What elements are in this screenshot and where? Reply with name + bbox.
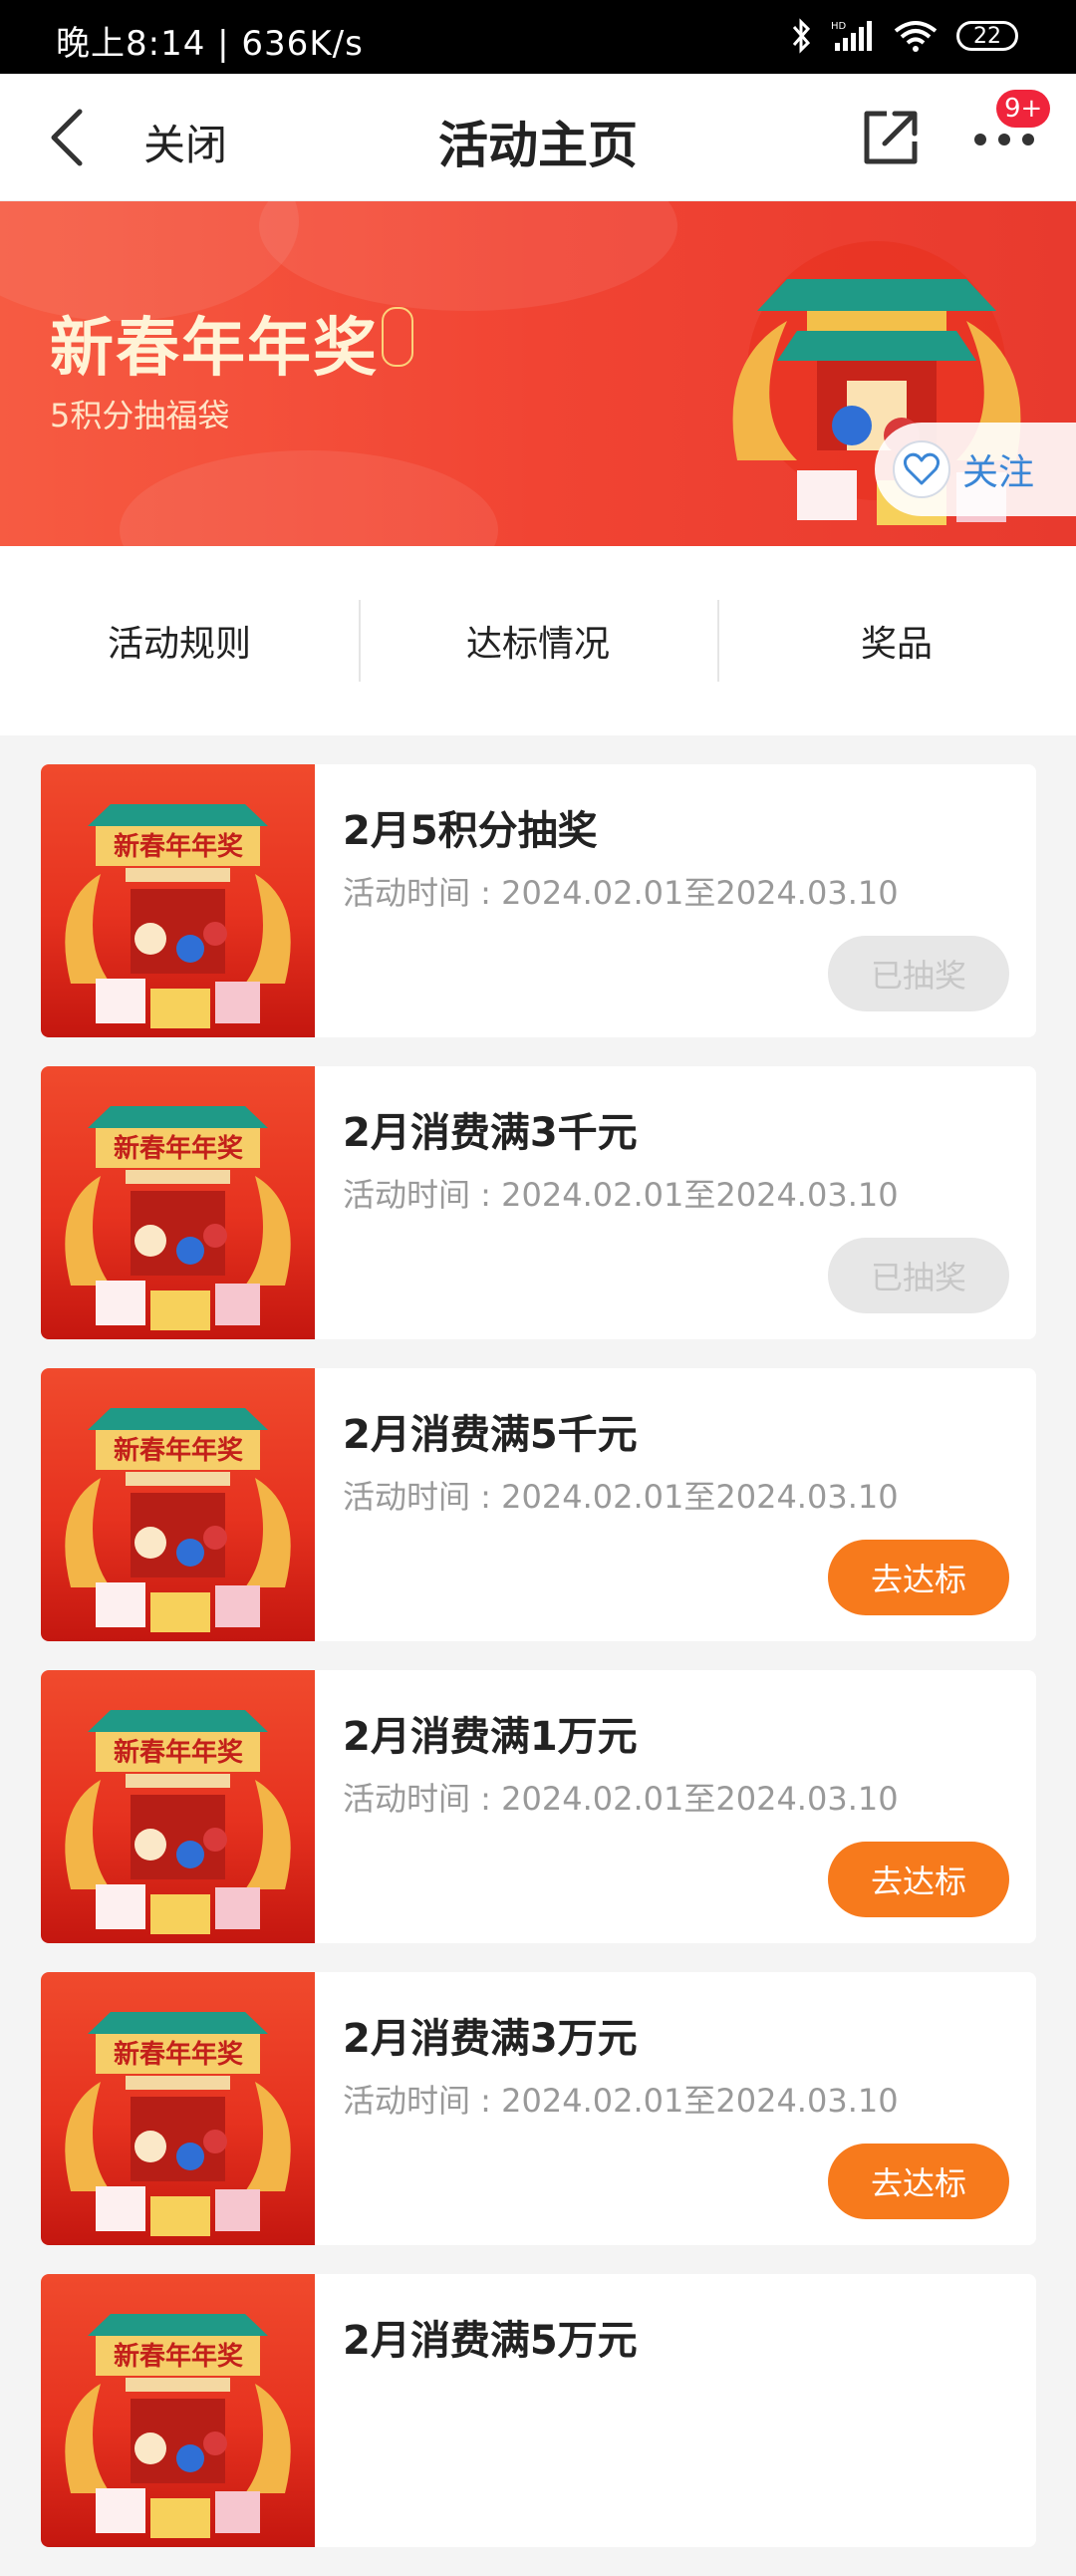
go-reach-button[interactable]: 去达标: [828, 1540, 1009, 1615]
activity-card[interactable]: 新春年年奖 2月消费满3千元 活动时间 : 2024.02.01至2024.03…: [41, 1066, 1036, 1339]
drawn-button: 已抽奖: [828, 1238, 1009, 1313]
top-nav: 关闭 活动主页 9+: [0, 74, 1076, 201]
activity-card[interactable]: 新春年年奖 2月消费满3万元 活动时间 : 2024.02.01至2024.03…: [41, 1972, 1036, 2245]
battery-indicator: 22: [956, 21, 1018, 51]
activity-thumbnail: 新春年年奖: [41, 2274, 315, 2547]
tab-prizes[interactable]: 奖品: [717, 546, 1076, 735]
thumbnail-title: 新春年年奖: [114, 2341, 244, 2372]
period-label: 活动时间 :: [343, 1478, 502, 1516]
bluetooth-icon: [791, 18, 813, 54]
thumbnail-title: 新春年年奖: [114, 1133, 244, 1164]
share-icon: [864, 111, 918, 164]
heart-icon: [893, 440, 950, 498]
period-value: 2024.02.01至2024.03.10: [501, 1176, 899, 1214]
tab-rules[interactable]: 活动规则: [0, 546, 359, 735]
close-button[interactable]: 关闭: [143, 112, 227, 172]
follow-button[interactable]: 关注: [875, 423, 1076, 516]
period-label: 活动时间 :: [343, 2082, 502, 2120]
thumbnail-title: 新春年年奖: [114, 1737, 244, 1768]
activity-thumbnail: 新春年年奖: [41, 1066, 315, 1339]
banner-title: 新春年年奖: [50, 312, 379, 386]
banner-subtitle: 5积分抽福袋: [50, 397, 230, 434]
period-label: 活动时间 :: [343, 1176, 502, 1214]
activity-title: 2月5积分抽奖: [343, 808, 598, 854]
activity-list: 新春年年奖 2月5积分抽奖 活动时间 : 2024.02.01至2024.03.…: [41, 764, 1036, 2576]
thumbnail-title: 新春年年奖: [114, 2039, 244, 2070]
activity-thumbnail: 新春年年奖: [41, 1368, 315, 1641]
activity-period: 活动时间 : 2024.02.01至2024.03.10: [343, 1170, 899, 1216]
activity-title: 2月消费满3千元: [343, 1110, 638, 1156]
notification-badge: 9+: [996, 90, 1051, 128]
thumbnail-title: 新春年年奖: [114, 831, 244, 862]
activity-thumbnail: 新春年年奖: [41, 764, 315, 1037]
activity-card[interactable]: 新春年年奖 2月消费满5万元: [41, 2274, 1036, 2547]
activity-period: 活动时间 : 2024.02.01至2024.03.10: [343, 1472, 899, 1518]
thumbnail-title: 新春年年奖: [114, 1435, 244, 1466]
signal-icon: HD: [831, 19, 875, 53]
wifi-icon: [893, 19, 939, 53]
period-value: 2024.02.01至2024.03.10: [501, 1780, 899, 1818]
activity-title: 2月消费满5千元: [343, 1412, 638, 1458]
activity-period: 活动时间 : 2024.02.01至2024.03.10: [343, 2076, 899, 2122]
drawn-button: 已抽奖: [828, 936, 1009, 1011]
back-button[interactable]: [40, 104, 100, 171]
seal-decoration: [382, 307, 413, 367]
tab-progress[interactable]: 达标情况: [359, 546, 717, 735]
period-value: 2024.02.01至2024.03.10: [501, 1478, 899, 1516]
share-button[interactable]: [857, 104, 925, 171]
svg-text:HD: HD: [831, 21, 847, 32]
activity-title: 2月消费满1万元: [343, 1714, 638, 1760]
activity-card[interactable]: 新春年年奖 2月消费满5千元 活动时间 : 2024.02.01至2024.03…: [41, 1368, 1036, 1641]
activity-thumbnail: 新春年年奖: [41, 1972, 315, 2245]
activity-card[interactable]: 新春年年奖 2月消费满1万元 活动时间 : 2024.02.01至2024.03…: [41, 1670, 1036, 1943]
period-value: 2024.02.01至2024.03.10: [501, 2082, 899, 2120]
period-label: 活动时间 :: [343, 1780, 502, 1818]
activity-period: 活动时间 : 2024.02.01至2024.03.10: [343, 868, 899, 914]
go-reach-button[interactable]: 去达标: [828, 1842, 1009, 1917]
status-icons: HD 22: [791, 16, 1018, 56]
activity-banner: 新春年年奖 5积分抽福袋 关注: [0, 201, 1076, 546]
period-label: 活动时间 :: [343, 874, 502, 912]
status-bar: 晚上8:14 | 636K/s HD 22: [0, 0, 1076, 74]
activity-thumbnail: 新春年年奖: [41, 1670, 315, 1943]
activity-tabs: 活动规则 达标情况 奖品: [0, 546, 1076, 735]
go-reach-button[interactable]: 去达标: [828, 2144, 1009, 2219]
follow-label: 关注: [962, 452, 1035, 493]
activity-period: 活动时间 : 2024.02.01至2024.03.10: [343, 1774, 899, 1820]
activity-title: 2月消费满3万元: [343, 2016, 638, 2062]
status-time: 晚上8:14 | 636K/s: [56, 24, 364, 64]
activity-title: 2月消费满5万元: [343, 2318, 638, 2364]
activity-card[interactable]: 新春年年奖 2月5积分抽奖 活动时间 : 2024.02.01至2024.03.…: [41, 764, 1036, 1037]
chevron-left-icon: [51, 109, 83, 166]
period-value: 2024.02.01至2024.03.10: [501, 874, 899, 912]
